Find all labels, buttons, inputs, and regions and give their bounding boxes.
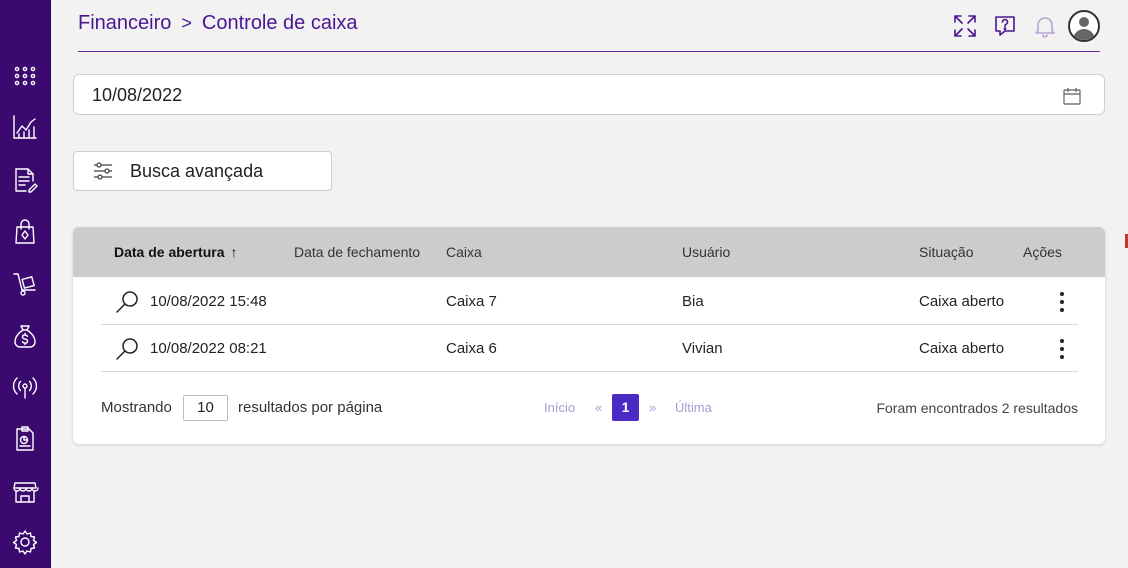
breadcrumb: Financeiro > Controle de caixa: [78, 12, 358, 35]
cell-status: Caixa aberto: [919, 293, 1005, 310]
help-chat-icon[interactable]: [988, 9, 1022, 43]
cell-opened: 10/08/2022 08:21: [150, 340, 267, 357]
date-filter: [73, 74, 1105, 115]
cart-dolly-icon[interactable]: [8, 267, 42, 301]
fullscreen-icon[interactable]: [948, 9, 982, 43]
advanced-search-label: Busca avançada: [130, 160, 264, 181]
money-bag-icon[interactable]: [8, 319, 42, 353]
breadcrumb-financeiro-link[interactable]: Financeiro: [78, 12, 171, 35]
table-header: Data de abertura ↑ Data de fechamento Cai…: [73, 227, 1105, 277]
cell-user: Bia: [682, 293, 704, 310]
column-header-actions: Ações: [1023, 244, 1062, 260]
view-details-icon[interactable]: [114, 289, 140, 315]
results-count: Foram encontrados 2 resultados: [876, 400, 1078, 416]
table-row: 10/08/2022 15:48 Caixa 7 Bia Caixa abert…: [101, 277, 1078, 325]
column-header-user[interactable]: Usuário: [682, 244, 730, 260]
pagination-next[interactable]: »: [649, 400, 656, 415]
chart-icon[interactable]: [8, 110, 42, 144]
calendar-icon[interactable]: [1062, 86, 1082, 106]
cell-user: Vivian: [682, 340, 723, 357]
cell-register: Caixa 7: [446, 293, 497, 310]
sidebar: [0, 0, 51, 568]
cell-register: Caixa 6: [446, 340, 497, 357]
sort-arrow-icon: ↑: [230, 244, 238, 260]
cash-control-table: Data de abertura ↑ Data de fechamento Cai…: [73, 227, 1105, 444]
date-input[interactable]: [92, 84, 992, 106]
document-edit-icon[interactable]: [8, 163, 42, 197]
cell-opened: 10/08/2022 15:48: [150, 293, 267, 310]
column-header-status[interactable]: Situação: [919, 244, 973, 260]
sliders-icon: [92, 160, 114, 182]
row-actions-menu-icon[interactable]: [1056, 291, 1068, 313]
showing-label: Mostrando: [101, 399, 172, 416]
breadcrumb-separator: >: [181, 13, 192, 33]
store-icon[interactable]: [8, 474, 42, 508]
pagination-last[interactable]: Última: [675, 400, 712, 415]
page-header: Financeiro > Controle de caixa: [78, 0, 1100, 52]
page-size-select[interactable]: 10: [183, 395, 228, 421]
row-actions-menu-icon[interactable]: [1056, 338, 1068, 360]
cell-status: Caixa aberto: [919, 340, 1005, 357]
user-avatar-icon[interactable]: [1068, 10, 1100, 42]
pagination-first[interactable]: Início: [544, 400, 575, 415]
gear-icon[interactable]: [8, 525, 42, 559]
column-header-register[interactable]: Caixa: [446, 244, 482, 260]
column-header-closed[interactable]: Data de fechamento: [294, 244, 420, 260]
column-header-opened-label: Data de abertura: [114, 244, 225, 260]
broadcast-icon[interactable]: [8, 370, 42, 404]
shopping-bag-icon[interactable]: [8, 215, 42, 249]
column-header-opened[interactable]: Data de abertura ↑: [114, 244, 237, 260]
per-page-label: resultados por página: [238, 399, 383, 416]
apps-grid-icon[interactable]: [8, 59, 42, 93]
table-row: 10/08/2022 08:21 Caixa 6 Vivian Caixa ab…: [101, 324, 1078, 372]
view-details-icon[interactable]: [114, 336, 140, 362]
pagination-current-page[interactable]: 1: [612, 394, 639, 421]
bell-icon[interactable]: [1028, 9, 1062, 43]
advanced-search-button[interactable]: Busca avançada: [73, 151, 332, 191]
page-title: Controle de caixa: [201, 12, 358, 34]
pagination-prev[interactable]: «: [595, 400, 602, 415]
header-tools: [942, 9, 1100, 43]
report-icon[interactable]: [8, 422, 42, 456]
